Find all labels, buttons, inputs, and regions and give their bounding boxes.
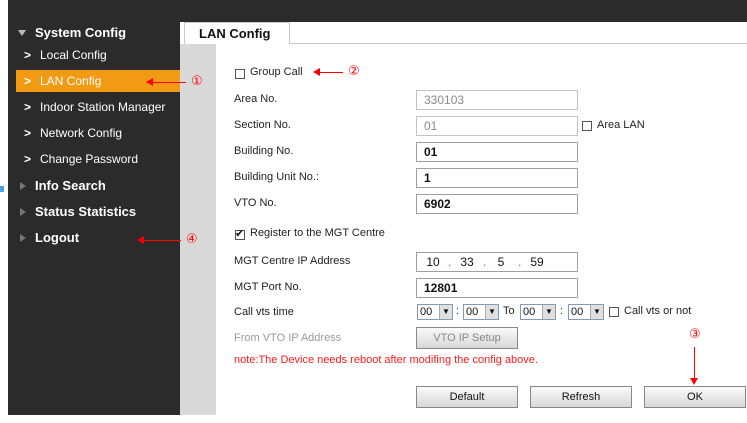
collapse-triangle-icon (18, 30, 26, 36)
area-lan-label: Area LAN (597, 119, 645, 131)
ip-dot: . (483, 255, 487, 269)
chevron-right-icon: > (24, 74, 32, 88)
area-no-field[interactable]: 330103 (416, 90, 578, 110)
annotation-arrowhead (690, 378, 698, 385)
to-label: To (503, 305, 515, 317)
from-vto-ip-label: From VTO IP Address (234, 332, 342, 344)
chevron-right-icon: > (24, 126, 32, 140)
to-hour-select[interactable]: 00 ▼ (520, 304, 556, 320)
from-hour-value: 00 (420, 306, 433, 318)
dropdown-arrow-icon: ▼ (542, 305, 555, 319)
to-minute-value: 00 (571, 306, 584, 318)
call-vts-time-label: Call vts time (234, 306, 294, 318)
building-unit-no-label: Building Unit No.: (234, 171, 319, 183)
to-minute-select[interactable]: 00 ▼ (568, 304, 604, 320)
from-minute-select[interactable]: 00 ▼ (463, 304, 499, 320)
register-mgt-label: Register to the MGT Centre (250, 227, 385, 239)
dropdown-arrow-icon: ▼ (439, 305, 452, 319)
expand-triangle-icon (20, 208, 26, 216)
section-no-label: Section No. (234, 119, 291, 131)
content-margin (180, 44, 216, 415)
mgt-ip-field[interactable]: 10 . 33 . 5 . 59 (416, 252, 578, 272)
sidebar-item-network-config[interactable]: > Network Config (8, 122, 180, 144)
mgt-port-field[interactable]: 12801 (416, 278, 578, 298)
default-button[interactable]: Default (416, 386, 518, 408)
section-no-field[interactable]: 01 (416, 116, 578, 136)
mgt-ip-label: MGT Centre IP Address (234, 255, 351, 267)
top-bar (8, 0, 747, 22)
vto-ip-setup-button[interactable]: VTO IP Setup (416, 327, 518, 349)
from-hour-select[interactable]: 00 ▼ (417, 304, 453, 320)
dropdown-arrow-icon: ▼ (485, 305, 498, 319)
ok-button[interactable]: OK (644, 386, 746, 408)
mgt-port-label: MGT Port No. (234, 281, 302, 293)
chevron-right-icon: > (24, 152, 32, 166)
chevron-right-icon: > (24, 100, 32, 114)
expand-triangle-icon (20, 182, 26, 190)
sidebar-section-logout[interactable]: Logout (8, 227, 180, 249)
annotation-4: ④ (186, 232, 198, 247)
ip-octet[interactable]: 10 (421, 253, 445, 271)
building-unit-no-field[interactable]: 1 (416, 168, 578, 188)
building-no-label: Building No. (234, 145, 294, 157)
from-minute-value: 00 (466, 306, 479, 318)
sidebar-section-system-config[interactable]: System Config (8, 22, 180, 44)
vto-no-label: VTO No. (234, 197, 277, 209)
register-mgt-checkbox[interactable] (235, 227, 245, 240)
refresh-button[interactable]: Refresh (530, 386, 632, 408)
sidebar-item-change-password[interactable]: > Change Password (8, 148, 180, 170)
group-call-label: Group Call (250, 66, 303, 78)
ip-dot: . (448, 255, 452, 269)
annotation-3: ③ (689, 327, 701, 342)
to-hour-value: 00 (523, 306, 536, 318)
annotation-arrow (317, 72, 343, 73)
sidebar-item-indoor-station-manager[interactable]: > Indoor Station Manager (8, 96, 180, 118)
reboot-note: note:The Device needs reboot after modif… (234, 354, 538, 366)
sidebar-item-lan-config[interactable]: > LAN Config (16, 70, 180, 92)
ip-dot: . (518, 255, 522, 269)
tab-divider (290, 43, 747, 44)
ip-octet[interactable]: 59 (525, 253, 549, 271)
area-lan-checkbox[interactable] (582, 121, 592, 131)
annotation-arrow (694, 347, 695, 379)
area-no-label: Area No. (234, 93, 278, 105)
time-colon: : (560, 305, 564, 317)
sidebar-section-status-statistics[interactable]: Status Statistics (8, 201, 180, 223)
time-colon: : (456, 305, 460, 317)
sidebar-section-info-search[interactable]: Info Search (8, 175, 180, 197)
annotation-arrow (150, 82, 186, 83)
ip-octet[interactable]: 33 (455, 253, 479, 271)
sidebar-item-local-config[interactable]: > Local Config (8, 44, 180, 66)
tab-lan-config[interactable]: LAN Config (184, 22, 290, 44)
call-vts-or-not-label: Call vts or not (624, 305, 692, 317)
call-vts-or-not-checkbox[interactable] (609, 307, 619, 317)
expand-triangle-icon (20, 234, 26, 242)
vto-no-field[interactable]: 6902 (416, 194, 578, 214)
dropdown-arrow-icon: ▼ (590, 305, 603, 319)
ip-octet[interactable]: 5 (489, 253, 513, 271)
annotation-2: ② (348, 64, 360, 79)
chevron-right-icon: > (24, 48, 32, 62)
group-call-checkbox[interactable] (235, 69, 245, 79)
annotation-1: ① (191, 74, 203, 89)
building-no-field[interactable]: 01 (416, 142, 578, 162)
sidebar-marker (0, 186, 4, 192)
annotation-arrow (141, 240, 181, 241)
